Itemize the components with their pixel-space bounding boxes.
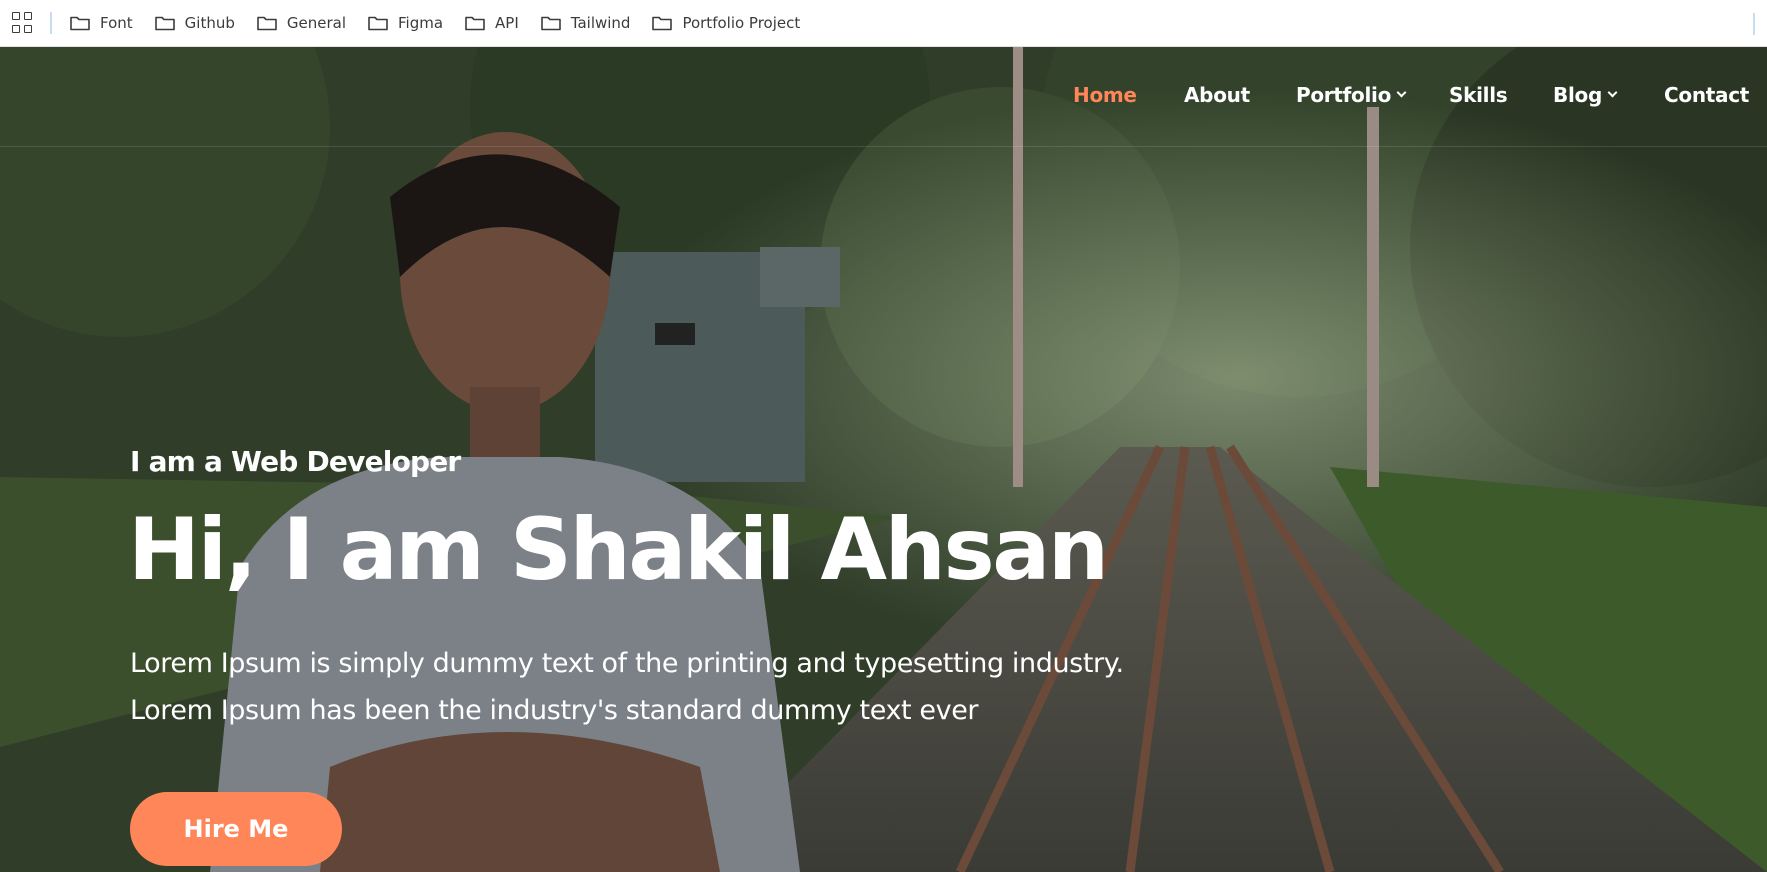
main-navigation: Home About Portfolio Skills Blog Contact	[0, 47, 1767, 147]
bookmark-label: General	[286, 14, 347, 32]
bookmark-folder-general[interactable]: General	[257, 14, 346, 32]
bookmark-label: Github	[184, 14, 235, 32]
folder-icon	[652, 16, 673, 31]
hero-section: Home About Portfolio Skills Blog Contact…	[0, 47, 1767, 872]
chevron-down-icon	[1607, 87, 1618, 98]
folder-icon	[154, 16, 175, 31]
hire-me-button[interactable]: Hire Me	[130, 792, 342, 866]
bookmarks-bar: Font Github General Figma API Tailwind P…	[0, 0, 1767, 47]
nav-item-blog[interactable]: Blog	[1553, 83, 1618, 107]
folder-icon	[368, 16, 388, 31]
bookmark-folder-github[interactable]: Github	[154, 14, 235, 32]
folder-icon	[465, 16, 485, 31]
nav-item-label: Portfolio	[1296, 83, 1392, 107]
bookmark-label: Portfolio Project	[682, 14, 801, 32]
nav-item-label: Home	[1073, 83, 1137, 107]
bookmark-folder-portfolio-project[interactable]: Portfolio Project	[652, 14, 800, 32]
bookmarks-divider	[50, 12, 52, 34]
nav-item-skills[interactable]: Skills	[1449, 83, 1508, 107]
nav-item-label: Blog	[1553, 83, 1602, 107]
hero-tagline: I am a Web Developer	[130, 445, 461, 478]
nav-item-portfolio[interactable]: Portfolio	[1296, 83, 1407, 107]
folder-icon	[70, 16, 90, 31]
folder-icon	[540, 16, 561, 31]
nav-item-label: Skills	[1449, 83, 1508, 107]
nav-item-home[interactable]: Home	[1073, 83, 1137, 107]
bookmark-folder-font[interactable]: Font	[70, 14, 133, 32]
bookmarks-divider-right	[1753, 13, 1755, 35]
hero-description: Lorem Ipsum is simply dummy text of the …	[130, 640, 1230, 734]
nav-item-label: Contact	[1664, 83, 1750, 107]
bookmark-folder-tailwind[interactable]: Tailwind	[540, 14, 631, 32]
nav-item-label: About	[1184, 83, 1250, 107]
hero-headline: Hi, I am Shakil Ahsan	[128, 500, 1109, 600]
folder-icon	[257, 16, 277, 31]
hero-description-line: Lorem Ipsum has been the industry's stan…	[130, 695, 979, 726]
bookmark-label: API	[495, 14, 519, 32]
nav-item-contact[interactable]: Contact	[1664, 83, 1749, 107]
hero-description-line: Lorem Ipsum is simply dummy text of the …	[130, 648, 1124, 679]
nav-item-about[interactable]: About	[1184, 83, 1250, 107]
bookmark-label: Figma	[398, 14, 444, 32]
bookmark-label: Font	[100, 14, 133, 32]
chevron-down-icon	[1396, 87, 1407, 98]
bookmark-label: Tailwind	[570, 14, 631, 32]
bookmark-folder-api[interactable]: API	[465, 14, 519, 32]
bookmark-folder-figma[interactable]: Figma	[368, 14, 443, 32]
apps-grid-icon[interactable]	[12, 12, 34, 34]
